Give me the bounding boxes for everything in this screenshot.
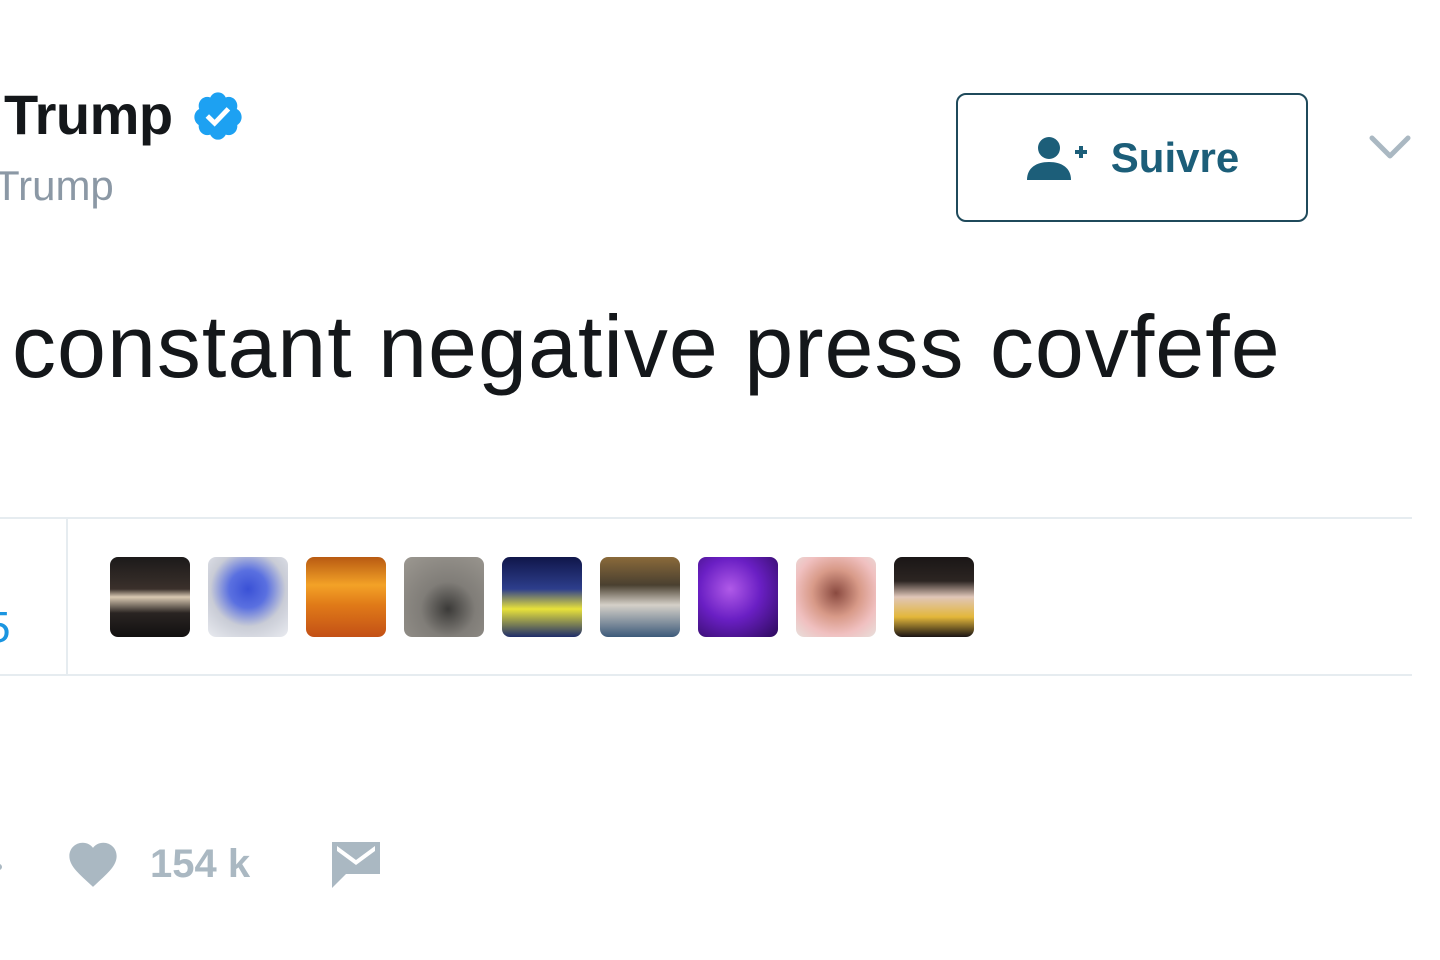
verified-badge-icon	[193, 91, 242, 140]
tweet-actions: 154 k	[0, 830, 600, 900]
liker-avatar[interactable]	[502, 557, 582, 637]
liker-avatars	[110, 557, 974, 637]
profile-header: Trump	[4, 82, 245, 147]
stat-count[interactable]: 5	[0, 603, 10, 653]
tweet-stats: 5	[0, 517, 1412, 676]
stats-divider	[66, 519, 68, 674]
envelope-icon[interactable]	[328, 834, 384, 890]
display-name[interactable]: Trump	[4, 82, 173, 147]
liker-avatar[interactable]	[208, 557, 288, 637]
liker-avatar[interactable]	[110, 557, 190, 637]
follow-label: Suivre	[1110, 133, 1240, 181]
liker-avatar[interactable]	[600, 557, 680, 637]
liker-avatar[interactable]	[894, 557, 974, 637]
add-user-icon	[1026, 136, 1087, 180]
liker-avatar[interactable]	[796, 557, 876, 637]
follow-button[interactable]: Suivre	[956, 93, 1308, 222]
user-handle[interactable]: Trump	[0, 162, 114, 210]
heart-icon[interactable]	[66, 838, 120, 888]
tweet-page: Trump Trump Suivre constant negative pre…	[0, 0, 1440, 960]
tweet-text: constant negative press covfefe	[12, 297, 1281, 396]
liker-avatar[interactable]	[698, 557, 778, 637]
liker-avatar[interactable]	[306, 557, 386, 637]
reply-icon-fragment[interactable]	[0, 864, 2, 870]
chevron-down-icon[interactable]	[1368, 132, 1412, 164]
liker-avatar[interactable]	[404, 557, 484, 637]
like-count: 154 k	[150, 842, 251, 886]
